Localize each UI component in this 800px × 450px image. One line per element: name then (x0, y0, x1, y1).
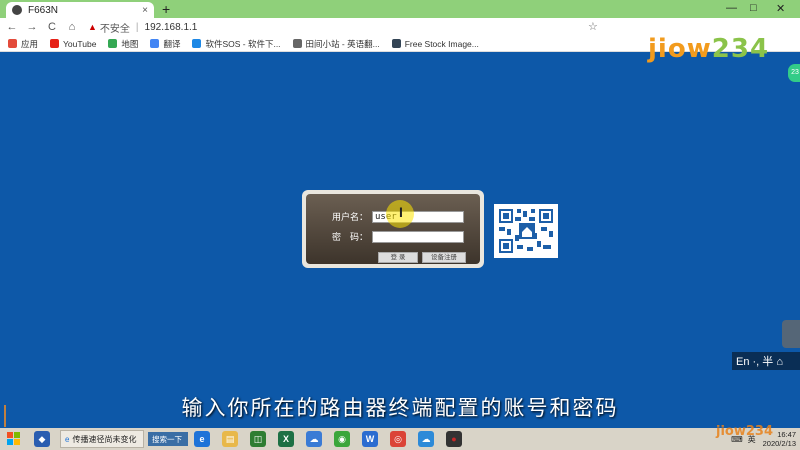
bookmark-label: YouTube (63, 38, 97, 49)
ime-toolbar[interactable]: En ·, 半 ⌂ (732, 352, 800, 370)
tab-title: F663N (28, 4, 59, 16)
clock-time: 16:47 (777, 430, 796, 439)
bookmark-tianjian[interactable]: 田间小站 - 英语翻... (292, 38, 380, 50)
maximize-button[interactable]: □ (750, 2, 757, 14)
bookmark-label: Free Stock Image... (404, 38, 479, 49)
video-subtitle: 输入你所在的路由器终端配置的账号和密码 (181, 396, 619, 420)
app-icon: ◆ (34, 431, 50, 447)
excel-icon: X (278, 431, 294, 447)
taskbar-netdisk[interactable]: ☁ (303, 428, 325, 450)
channel-logo: jiow234 (648, 34, 770, 64)
bookmark-label: 田间小站 - 英语翻... (305, 38, 380, 49)
bookmark-apps[interactable]: 应用 (8, 38, 38, 50)
ie-icon: e (194, 431, 210, 447)
warning-icon: ▲ (88, 22, 97, 32)
register-button[interactable]: 设备注册 (422, 252, 466, 263)
globe-icon (292, 39, 302, 48)
qr-code (494, 204, 558, 258)
bookmark-label: 软件SOS - 软件下... (205, 38, 281, 49)
forward-button[interactable]: → (24, 21, 40, 33)
clock-date: 2020/2/13 (762, 439, 796, 448)
insecure-label[interactable]: 不安全 (100, 20, 130, 35)
windows-logo-icon (7, 432, 20, 445)
back-button[interactable]: ← (4, 21, 20, 33)
taskbar-search-button[interactable]: 搜索一下 (148, 432, 188, 446)
password-row: 密 码： (306, 230, 464, 243)
side-panel-tab[interactable] (782, 320, 800, 348)
page-favicon-icon (12, 5, 22, 15)
side-float-bubble[interactable]: 23 (788, 64, 800, 82)
browser-tab[interactable]: F663N × (6, 2, 154, 18)
bookmark-software-sos[interactable]: 软件SOS - 软件下... (192, 38, 281, 50)
login-form: 用户名： user 密 码： 登 录 设备注册 I (306, 194, 480, 264)
taskbar-wps[interactable]: W (359, 428, 381, 450)
tab-close-icon[interactable]: × (142, 5, 148, 16)
taskbar-ie[interactable]: e (191, 428, 213, 450)
qr-code-image (497, 207, 555, 255)
password-input[interactable] (372, 230, 464, 243)
address-separator: | (135, 21, 139, 33)
bookmark-star-icon[interactable]: ☆ (588, 20, 598, 33)
bookmark-maps[interactable]: 地图 (108, 38, 138, 50)
youtube-icon (50, 39, 60, 48)
reload-button[interactable]: C (44, 21, 60, 33)
taskbar-file-explorer[interactable]: ▤ (219, 428, 241, 450)
bookmark-label: 应用 (21, 38, 39, 49)
cloud-icon: ☁ (418, 431, 434, 447)
bookmark-translate[interactable]: 翻译 (150, 38, 180, 50)
task-label: 传播速径尚未变化 (72, 434, 137, 444)
watermark-logo: jiow234 (716, 424, 773, 439)
ie-small-icon: e (65, 434, 70, 444)
tab-strip: F663N × + — □ ✕ (0, 0, 800, 18)
login-buttons: 登 录 设备注册 (378, 252, 470, 263)
bookmark-youtube[interactable]: YouTube (50, 39, 96, 49)
taskbar-app-penguin[interactable]: ◆ (31, 428, 53, 450)
baidu-netdisk-icon: ☁ (306, 431, 322, 447)
bookmark-label: 地图 (121, 38, 139, 49)
taskbar-recorder[interactable]: ● (443, 428, 465, 450)
taskbar-cloud[interactable]: ☁ (415, 428, 437, 450)
home-button[interactable]: ⌂ (64, 21, 80, 33)
minimize-button[interactable]: — (726, 2, 737, 14)
start-button[interactable] (0, 428, 28, 450)
translate-icon (150, 39, 160, 48)
taskbar-task-window[interactable]: e 传播速径尚未变化 (60, 430, 144, 448)
bookmark-free-stock[interactable]: Free Stock Image... (391, 38, 479, 49)
login-panel: 用户名： user 密 码： 登 录 设备注册 I (302, 190, 484, 268)
taskbar-chrome[interactable]: ◎ (387, 428, 409, 450)
new-tab-button[interactable]: + (162, 1, 170, 17)
close-window-button[interactable]: ✕ (776, 2, 785, 15)
apps-grid-icon (8, 39, 17, 48)
password-label: 密 码： (331, 232, 368, 242)
text-cursor-icon: I (399, 204, 403, 220)
360-browser-icon: ◉ (334, 431, 350, 447)
url-text[interactable]: 192.168.1.1 (145, 22, 198, 33)
taskbar-360[interactable]: ◉ (331, 428, 353, 450)
taskbar-store[interactable]: ◫ (247, 428, 269, 450)
software-sos-icon (192, 39, 202, 48)
username-row: 用户名： user (306, 210, 464, 223)
taskbar: ◆ e 传播速径尚未变化 搜索一下 e ▤ ◫ X ☁ ◉ W ◎ ☁ ● ⌨ … (0, 428, 800, 450)
progress-marker (4, 405, 6, 427)
store-icon: ◫ (250, 431, 266, 447)
login-button[interactable]: 登 录 (378, 252, 418, 263)
image-icon (391, 39, 401, 48)
record-icon: ● (446, 431, 462, 447)
wps-icon: W (362, 431, 378, 447)
maps-icon (108, 39, 118, 48)
address-bar[interactable]: ▲ 不安全 | 192.168.1.1 (88, 20, 198, 35)
bookmark-label: 翻译 (163, 38, 181, 49)
username-label: 用户名： (331, 212, 368, 222)
taskbar-excel[interactable]: X (275, 428, 297, 450)
chrome-icon: ◎ (390, 431, 406, 447)
file-explorer-icon: ▤ (222, 431, 238, 447)
